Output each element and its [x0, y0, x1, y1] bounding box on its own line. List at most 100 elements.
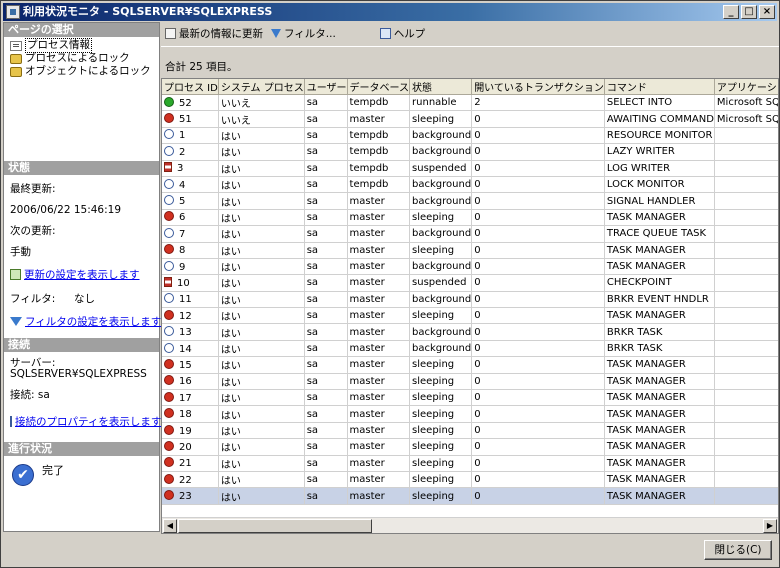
table-row[interactable]: 51 いいえ sa master sleeping 0 AWAITING COMMAND Mi…: [162, 110, 778, 128]
table-cell: suspended: [409, 274, 473, 292]
column-header[interactable]: アプリケーション: [714, 79, 778, 95]
process-grid[interactable]: プロセス ID システム プロセス ユーザー データベース 状態 開いているトランザクショ…: [161, 78, 779, 534]
progress-status: 完了: [42, 464, 64, 477]
table-row[interactable]: 16 はい sa master sleeping 0 TASK MANAGER: [162, 373, 778, 391]
column-header[interactable]: システム プロセス: [218, 79, 305, 95]
table-cell: TASK MANAGER: [604, 405, 715, 423]
process-id-cell: 10: [162, 274, 219, 292]
table-row[interactable]: 13 はい sa master background 0 BRKR TASK: [162, 323, 778, 341]
table-cell: はい: [218, 192, 305, 210]
table-row[interactable]: 21 はい sa master sleeping 0 TASK MANAGER: [162, 455, 778, 472]
column-header[interactable]: データベース: [347, 79, 411, 95]
table-row[interactable]: 23 はい sa master sleeping 0 TASK MANAGER: [162, 487, 778, 505]
column-header[interactable]: 開いているトランザクション: [471, 79, 605, 95]
table-row[interactable]: 11 はい sa master background 0 BRKR EVENT HNDLR: [162, 291, 778, 309]
table-row[interactable]: 8 はい sa master sleeping 0 TASK MANAGER: [162, 242, 778, 259]
table-cell: いいえ: [218, 110, 305, 128]
connection-properties-link[interactable]: 接続のプロパティを表示します: [15, 414, 161, 429]
refresh-settings-icon: [10, 268, 21, 280]
table-cell: 0: [471, 160, 605, 177]
process-id: 14: [179, 343, 192, 355]
scroll-thumb[interactable]: [178, 519, 372, 533]
table-cell: master: [347, 323, 411, 341]
horizontal-scrollbar[interactable]: ◀ ▶: [162, 517, 778, 533]
process-id-cell: 8: [162, 242, 219, 259]
table-cell: sleeping: [409, 422, 473, 440]
table-cell: 0: [471, 110, 605, 128]
column-header[interactable]: ユーザー: [304, 79, 348, 95]
table-cell: background: [409, 323, 473, 341]
table-cell: はい: [218, 422, 305, 440]
table-cell: Microsoft SQL: [714, 94, 778, 112]
table-cell: TASK MANAGER: [604, 242, 715, 259]
table-cell: はい: [218, 225, 305, 243]
column-header-row: プロセス ID システム プロセス ユーザー データベース 状態 開いているトランザクショ…: [162, 79, 778, 95]
table-cell: background: [409, 143, 473, 161]
filter-settings-link[interactable]: フィルタの設定を表示します: [25, 314, 161, 329]
table-cell: [714, 127, 778, 145]
help-button[interactable]: ヘルプ: [379, 26, 425, 41]
suspended-status-icon: [164, 162, 172, 173]
nav-item-label: プロセス情報: [25, 38, 92, 53]
table-cell: master: [347, 225, 411, 243]
nav-item-1[interactable]: プロセスによるロック: [4, 52, 159, 65]
table-row[interactable]: 9 はい sa master background 0 TASK MANAGER: [162, 258, 778, 276]
process-id-cell: 15: [162, 356, 219, 374]
process-id: 5: [179, 196, 186, 208]
scroll-left-icon[interactable]: ◀: [163, 519, 177, 533]
table-cell: background: [409, 192, 473, 210]
table-row[interactable]: 19 はい sa master sleeping 0 TASK MANAGER: [162, 422, 778, 440]
background-status-icon: [164, 326, 174, 337]
table-cell: master: [347, 438, 411, 456]
table-cell: 0: [471, 258, 605, 276]
process-id-cell: 14: [162, 340, 219, 358]
table-cell: background: [409, 176, 473, 194]
process-id: 13: [179, 327, 192, 339]
table-row[interactable]: 14 はい sa master background 0 BRKR TASK: [162, 340, 778, 358]
column-header[interactable]: コマンド: [604, 79, 715, 95]
table-cell: TRACE QUEUE TASK: [604, 225, 715, 243]
table-cell: master: [347, 405, 411, 423]
table-row[interactable]: 22 はい sa master sleeping 0 TASK MANAGER: [162, 471, 778, 489]
column-header[interactable]: 状態: [409, 79, 473, 95]
refresh-button[interactable]: 最新の情報に更新: [165, 26, 263, 41]
title-bar[interactable]: 利用状況モニタ - SQLSERVER¥SQLEXPRESS _ □ ×: [3, 3, 777, 21]
table-row[interactable]: 4 はい sa tempdb background 0 LOCK MONITOR: [162, 176, 778, 194]
table-row[interactable]: 5 はい sa master background 0 SIGNAL HANDLER: [162, 192, 778, 210]
table-cell: master: [347, 471, 411, 489]
table-row[interactable]: 6 はい sa master sleeping 0 TASK MANAGER: [162, 209, 778, 227]
table-row[interactable]: 3 はい sa tempdb suspended 0 LOG WRITER: [162, 160, 778, 177]
table-row[interactable]: 18 はい sa master sleeping 0 TASK MANAGER: [162, 405, 778, 423]
process-id-cell: 2: [162, 143, 219, 161]
table-cell: TASK MANAGER: [604, 389, 715, 407]
table-cell: tempdb: [347, 143, 411, 161]
table-cell: master: [347, 110, 411, 128]
close-button[interactable]: 閉じる(C): [704, 540, 772, 560]
refresh-settings-link[interactable]: 更新の設定を表示します: [24, 267, 140, 282]
table-row[interactable]: 12 はい sa master sleeping 0 TASK MANAGER: [162, 307, 778, 325]
maximize-button[interactable]: □: [741, 5, 757, 19]
process-id-cell: 13: [162, 323, 219, 341]
table-row[interactable]: 20 はい sa master sleeping 0 TASK MANAGER: [162, 438, 778, 456]
table-cell: sa: [304, 405, 348, 423]
table-row[interactable]: 1 はい sa tempdb background 0 RESOURCE MONITOR: [162, 127, 778, 145]
table-row[interactable]: 17 はい sa master sleeping 0 TASK MANAGER: [162, 389, 778, 407]
table-row[interactable]: 52 いいえ sa tempdb runnable 2 SELECT INTO Microso…: [162, 94, 778, 112]
filter-button[interactable]: フィルタ...: [271, 26, 336, 41]
scroll-right-icon[interactable]: ▶: [763, 519, 777, 533]
process-id: 52: [179, 97, 192, 109]
background-status-icon: [164, 178, 174, 189]
table-row[interactable]: 2 はい sa tempdb background 0 LAZY WRITER: [162, 143, 778, 161]
nav-item-2[interactable]: オブジェクトによるロック: [4, 65, 159, 78]
minimize-button[interactable]: _: [723, 5, 739, 19]
filter-label: フィルタ:: [10, 293, 56, 305]
process-info-icon: [10, 40, 22, 51]
table-cell: Microsoft SQL: [714, 110, 778, 128]
table-row[interactable]: 10 はい sa master suspended 0 CHECKPOINT: [162, 274, 778, 292]
column-header[interactable]: プロセス ID: [162, 79, 219, 95]
refresh-icon: [165, 27, 176, 39]
nav-item-0[interactable]: プロセス情報: [4, 38, 159, 53]
close-window-button[interactable]: ×: [759, 5, 775, 19]
table-row[interactable]: 15 はい sa master sleeping 0 TASK MANAGER: [162, 356, 778, 374]
table-row[interactable]: 7 はい sa master background 0 TRACE QUEUE TASK: [162, 225, 778, 243]
